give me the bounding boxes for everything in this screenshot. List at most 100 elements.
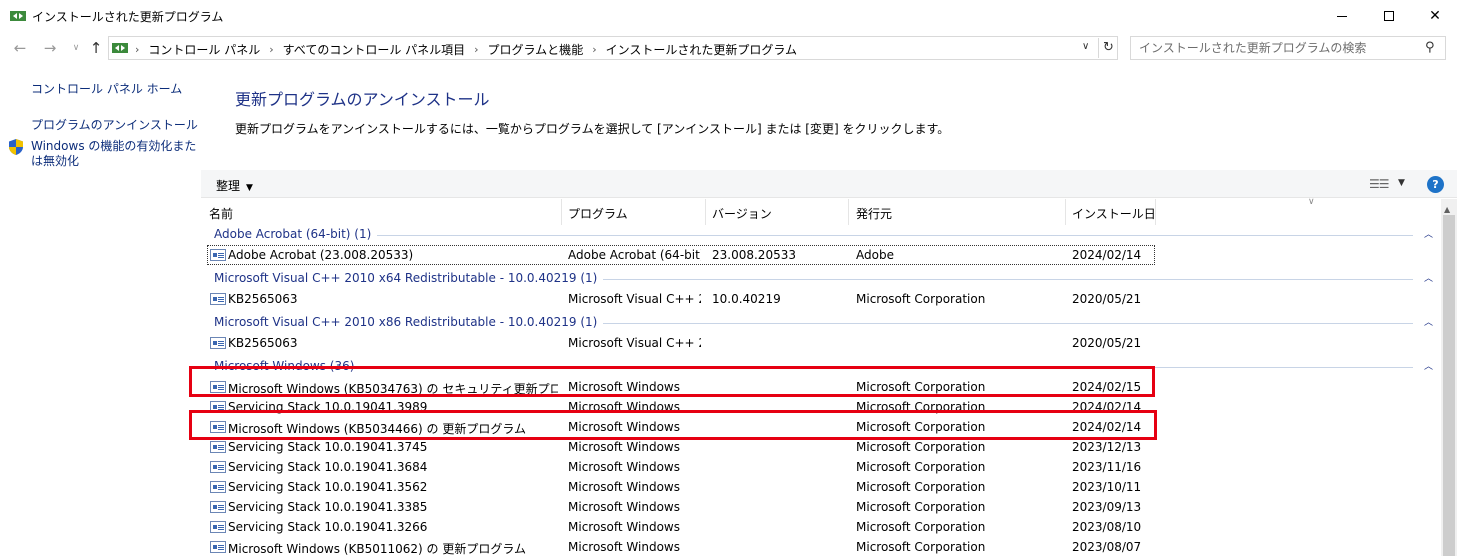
breadcrumb: › コントロール パネル › すべてのコントロール パネル項目 › プログラムと… [133,41,797,58]
cell-program: Microsoft Windows [568,460,680,474]
scroll-up-icon[interactable]: ▲ [1444,205,1450,214]
up-button[interactable]: ↑ [86,38,106,58]
cell-publisher: Microsoft Corporation [856,440,986,454]
group-title: Adobe Acrobat (64-bit) (1) [214,227,378,241]
group-title: Microsoft Visual C++ 2010 x64 Redistribu… [214,271,604,285]
column-version[interactable]: バージョン [712,205,772,222]
breadcrumb-all-items[interactable]: すべてのコントロール パネル項目 [283,41,466,58]
update-icon [210,441,226,453]
column-divider[interactable] [848,199,849,225]
refresh-button[interactable]: ↻ [1098,38,1118,58]
maximize-button[interactable] [1366,0,1412,32]
search-icon[interactable]: ⚲ [1425,40,1435,55]
search-box[interactable]: ⚲ [1130,36,1446,60]
cell-version: 23.008.20533 [712,248,796,262]
cell-name: Servicing Stack 10.0.19041.3385 [228,500,428,514]
view-dropdown-icon[interactable]: ▼ [1398,178,1405,188]
highlight-box [189,366,1155,397]
sort-indicator-icon: ∨ [1308,197,1315,207]
collapse-icon[interactable]: ︿ [1424,271,1433,284]
collapse-icon[interactable]: ︿ [1424,359,1433,372]
cell-name: Servicing Stack 10.0.19041.3266 [228,520,428,534]
update-icon [210,293,226,305]
cell-date: 2023/09/13 [1072,500,1142,514]
table-row[interactable]: KB2565063 Microsoft Visual C++ 2... 10.0… [201,289,1441,309]
column-divider[interactable] [1155,199,1156,225]
group-divider [361,235,1413,236]
minimize-button[interactable] [1319,0,1365,32]
cell-name: Servicing Stack 10.0.19041.3562 [228,480,428,494]
view-options-icon[interactable]: ☰☰ [1369,177,1389,191]
column-publisher[interactable]: 発行元 [856,205,892,222]
update-icon [210,461,226,473]
cell-name: Microsoft Windows (KB5011062) の 更新プログラム [228,542,526,556]
page-description: 更新プログラムをアンインストールするには、一覧からプログラムを選択して [アンイ… [235,122,950,136]
column-install-date[interactable]: インストール日 [1072,205,1156,222]
update-icon [210,481,226,493]
control-panel-home-link[interactable]: コントロール パネル ホーム [31,80,182,97]
cell-program: Microsoft Visual C++ 2... [568,336,701,350]
back-button[interactable]: ← [10,38,30,58]
column-divider[interactable] [561,199,562,225]
programs-icon [10,11,26,21]
update-icon [210,501,226,513]
breadcrumb-separator: › [474,43,479,56]
cell-name: Servicing Stack 10.0.19041.3684 [228,460,428,474]
breadcrumb-control-panel[interactable]: コントロール パネル [148,41,260,58]
cell-name: Adobe Acrobat (23.008.20533) [228,248,414,262]
windows-features-link[interactable]: Windows の機能の有効化または無効化 [31,139,201,169]
recent-locations-button[interactable]: ∨ [66,38,86,58]
programs-icon [112,43,128,53]
address-bar[interactable]: › コントロール パネル › すべてのコントロール パネル項目 › プログラムと… [108,36,1118,60]
command-bar: 整理 ▼ ☰☰ ▼ ? [201,170,1457,198]
breadcrumb-separator: › [269,43,274,56]
table-row[interactable]: Servicing Stack 10.0.19041.3745 Microsof… [201,437,1441,457]
cell-program: Microsoft Windows [568,500,680,514]
table-row[interactable]: Adobe Acrobat (23.008.20533) Adobe Acrob… [201,245,1441,265]
forward-button[interactable]: → [40,38,60,58]
table-row[interactable]: Servicing Stack 10.0.19041.3266 Microsof… [201,517,1441,537]
collapse-icon[interactable]: ︿ [1424,315,1433,328]
breadcrumb-programs-features[interactable]: プログラムと機能 [488,41,584,58]
page-title: 更新プログラムのアンインストール [235,90,490,109]
update-icon [210,249,226,261]
breadcrumb-separator: › [592,43,597,56]
group-divider [541,279,1413,280]
cell-publisher: Microsoft Corporation [856,500,986,514]
column-program[interactable]: プログラム [568,205,628,222]
cell-date: 2020/05/21 [1072,336,1142,350]
table-row[interactable]: Servicing Stack 10.0.19041.3562 Microsof… [201,477,1441,497]
search-input[interactable] [1139,40,1419,56]
chevron-down-icon: ▼ [246,183,253,193]
cell-date: 2023/12/13 [1072,440,1142,454]
window-title: インストールされた更新プログラム [32,10,224,24]
cell-program: Microsoft Windows [568,440,680,454]
address-dropdown-icon[interactable]: ∨ [1082,41,1089,52]
title-bar: インストールされた更新プログラム ✕ [0,0,1457,32]
close-button[interactable]: ✕ [1412,0,1457,32]
scrollbar-thumb[interactable] [1443,215,1455,556]
cell-name: Servicing Stack 10.0.19041.3745 [228,440,428,454]
column-divider[interactable] [1065,199,1066,225]
cell-date: 2023/10/11 [1072,480,1142,494]
shield-icon [9,139,23,155]
organize-button[interactable]: 整理 ▼ [216,177,253,194]
help-icon[interactable]: ? [1427,176,1444,193]
vertical-scrollbar[interactable]: ▲ [1441,199,1457,556]
column-divider[interactable] [705,199,706,225]
column-header: 名前 プログラム バージョン 発行元 ∨ インストール日 [201,197,1441,225]
cell-name: KB2565063 [228,336,298,350]
table-row[interactable]: Microsoft Windows (KB5011062) の 更新プログラム … [201,537,1441,556]
table-row[interactable]: Servicing Stack 10.0.19041.3385 Microsof… [201,497,1441,517]
group-header[interactable]: Adobe Acrobat (64-bit) (1) ︿ [201,225,1441,245]
table-row[interactable]: Servicing Stack 10.0.19041.3684 Microsof… [201,457,1441,477]
update-icon [210,337,226,349]
group-header[interactable]: Microsoft Visual C++ 2010 x86 Redistribu… [201,313,1441,333]
table-row[interactable]: KB2565063 Microsoft Visual C++ 2... 2020… [201,333,1441,353]
breadcrumb-installed-updates[interactable]: インストールされた更新プログラム [606,41,797,58]
group-header[interactable]: Microsoft Visual C++ 2010 x64 Redistribu… [201,269,1441,289]
collapse-icon[interactable]: ︿ [1424,227,1433,240]
breadcrumb-separator: › [135,43,140,56]
column-name[interactable]: 名前 [209,205,233,222]
uninstall-program-link[interactable]: プログラムのアンインストール [31,116,198,133]
